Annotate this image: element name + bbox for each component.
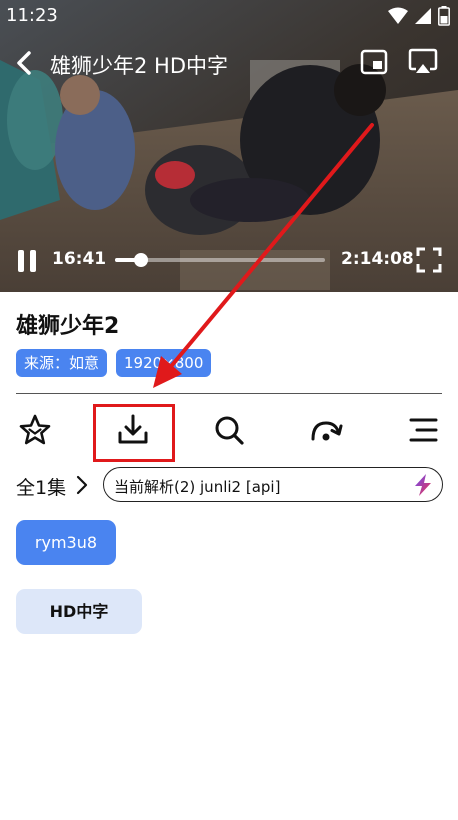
pause-icon[interactable]	[14, 248, 40, 274]
show-title: 雄狮少年2	[16, 314, 120, 339]
seek-thumb[interactable]	[134, 253, 149, 267]
pip-icon[interactable]	[360, 48, 388, 76]
parser-label: 当前解析(2) junli2 [api]	[114, 478, 281, 496]
fullscreen-icon[interactable]	[416, 247, 442, 273]
parser-selector[interactable]: 当前解析(2) junli2 [api]	[103, 467, 443, 502]
status-bar: 11:23	[0, 0, 458, 32]
cast-icon[interactable]	[408, 48, 438, 76]
signal-icon	[415, 8, 431, 24]
star-icon[interactable]	[17, 412, 53, 448]
download-highlight-box	[93, 404, 175, 462]
back-arrow-icon[interactable]	[12, 50, 38, 76]
seek-bar[interactable]	[115, 253, 325, 267]
search-icon[interactable]	[211, 412, 247, 448]
episode-button-rym3u8[interactable]: rym3u8	[16, 520, 116, 565]
battery-icon	[438, 6, 450, 26]
episode-count[interactable]: 全1集	[16, 473, 66, 500]
video-controls: 16:41 2:14:08	[0, 240, 458, 280]
lightning-icon	[415, 474, 431, 496]
menu-icon[interactable]	[405, 412, 441, 448]
status-time: 11:23	[6, 5, 58, 26]
divider	[16, 393, 442, 394]
action-row	[0, 402, 458, 462]
status-icons	[388, 6, 450, 26]
chevron-right-icon[interactable]	[74, 475, 90, 495]
refresh-icon[interactable]	[308, 412, 344, 448]
app-screen: 11:23 雄狮少年2 HD中字 16:41 2:14:08 雄狮少年2 来源：…	[0, 0, 458, 820]
current-time: 16:41	[52, 249, 107, 269]
resolution-tag: 1920×800	[116, 349, 212, 377]
video-top-bar: 雄狮少年2 HD中字	[0, 40, 458, 84]
video-title: 雄狮少年2 HD中字	[50, 54, 228, 78]
total-time: 2:14:08	[341, 249, 414, 269]
episode-button-hd[interactable]: HD中字	[16, 589, 142, 634]
source-tag: 来源：如意	[16, 349, 108, 377]
wifi-icon	[388, 7, 408, 24]
video-player[interactable]: 11:23 雄狮少年2 HD中字 16:41 2:14:08	[0, 0, 458, 292]
